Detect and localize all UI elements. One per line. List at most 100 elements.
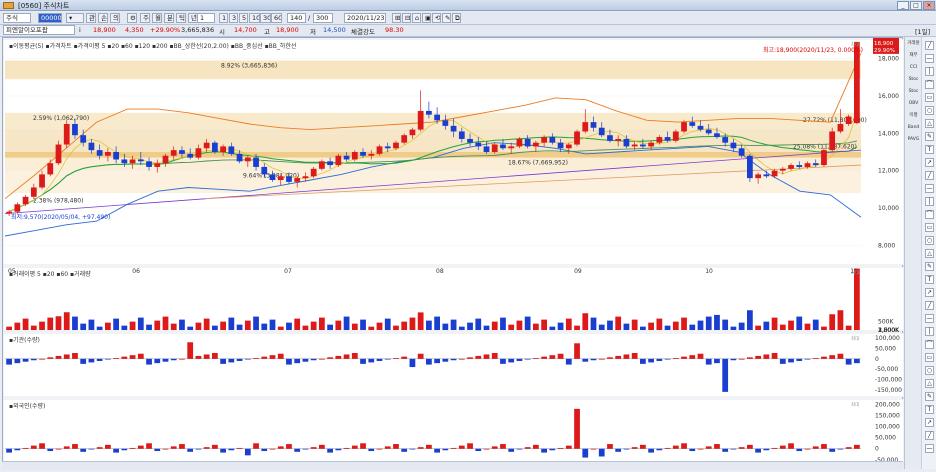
indicator-button-0[interactable]: 거래원 — [907, 41, 920, 46]
period-input[interactable]: 1 — [197, 13, 215, 23]
drawing-tool-icon-0[interactable]: ╱ — [925, 41, 934, 50]
close-button[interactable]: × — [923, 1, 935, 10]
indicator-button-6[interactable]: 이평 — [907, 113, 920, 118]
count-input[interactable]: 140 — [287, 13, 306, 23]
drawing-tool-icon-22[interactable]: │ — [925, 327, 934, 336]
indicator-button-2[interactable]: CCI — [907, 65, 920, 70]
count-total[interactable]: 300 — [313, 13, 333, 23]
minute-1[interactable]: 1 — [219, 13, 228, 23]
chart-area[interactable]: 8.92% (3,665,836) 2.59% (1,062,790) 18.67%… — [2, 37, 905, 470]
period-minute[interactable]: 분 — [164, 13, 174, 23]
stock-name-field[interactable]: 피엔알이오포팝 — [3, 25, 75, 35]
inst-bar — [179, 358, 185, 360]
drawing-tool-icon-10[interactable]: ╱ — [925, 171, 934, 180]
scroll-bar[interactable] — [2, 461, 903, 470]
drawing-tool-icon-27[interactable]: ✎ — [925, 392, 934, 401]
drawing-tool-icon-23[interactable]: ⌒ — [925, 340, 934, 349]
inst-bar — [615, 355, 622, 359]
stock-chart[interactable]: 8.92% (3,665,836) 2.59% (1,062,790) 18.67%… — [2, 37, 905, 470]
period-month[interactable]: 월 — [152, 13, 162, 23]
drawing-tool-icon-9[interactable]: ↗ — [925, 158, 934, 167]
frgn-bar — [450, 447, 457, 449]
inst-bar — [508, 358, 515, 363]
drawing-tool-icon-5[interactable]: ○ — [925, 106, 934, 115]
market-select[interactable]: 주식 — [3, 13, 31, 23]
minute-30[interactable]: 30 — [260, 13, 271, 23]
maximize-button[interactable]: □ — [910, 1, 922, 10]
drawing-tool-icon-3[interactable]: ⌒ — [925, 80, 934, 89]
drawing-tool-icon-15[interactable]: ○ — [925, 236, 934, 245]
drawing-tool-icon-24[interactable]: ▭ — [925, 353, 934, 362]
drawing-tool-icon-19[interactable]: ↗ — [925, 288, 934, 297]
drawing-tool-icon-4[interactable]: ▭ — [925, 93, 934, 102]
period-tick[interactable]: 틱 — [176, 13, 186, 23]
pane-max-tag: 최대 — [851, 401, 859, 408]
inst-bar — [656, 358, 663, 361]
settings-button[interactable]: ⚙ — [127, 13, 137, 23]
nav-button-3[interactable]: 의 — [110, 13, 120, 23]
frgn-bar — [39, 443, 45, 449]
drawing-tool-icon-11[interactable]: — — [925, 184, 934, 193]
drawing-tool-icon-21[interactable]: — — [925, 314, 934, 323]
drawing-tool-icon-2[interactable]: │ — [925, 67, 934, 76]
drawing-tool-icon-20[interactable]: ╱ — [925, 301, 934, 310]
minimize-button[interactable]: _ — [897, 1, 909, 10]
search-button[interactable]: ▾ — [66, 13, 84, 23]
frgn-bar — [244, 448, 251, 456]
minute-5[interactable]: 5 — [239, 13, 248, 23]
drawing-tool-icon-8[interactable]: T — [925, 145, 934, 154]
drawing-tool-icon-14[interactable]: ▭ — [925, 223, 934, 232]
drawing-tool-icon-17[interactable]: ✎ — [925, 262, 934, 271]
price-axis-label: 8,000 — [878, 242, 895, 249]
inst-axis-label: -100,000 — [875, 376, 902, 383]
indicator-button-1[interactable]: 재무 — [907, 53, 920, 58]
tool-icon-6[interactable]: ✎ — [442, 13, 451, 23]
candle-body — [39, 174, 45, 188]
frgn-bar — [771, 447, 778, 449]
minute-60[interactable]: 60 — [271, 13, 282, 23]
nav-button-2[interactable]: 손 — [98, 13, 108, 23]
drawing-tool-icon-25[interactable]: ○ — [925, 366, 934, 375]
volume-bar — [368, 326, 375, 330]
frgn-bar — [475, 448, 482, 452]
drawing-tool-icon-28[interactable]: T — [925, 405, 934, 414]
drawing-tool-icon-29[interactable]: ↗ — [925, 418, 934, 427]
inst-bar — [146, 358, 152, 365]
period-week[interactable]: 주 — [140, 13, 150, 23]
frgn-bar — [426, 444, 432, 449]
indicator-button-5[interactable]: OBV — [907, 101, 920, 106]
drawing-tool-icon-12[interactable]: │ — [925, 197, 934, 206]
drawing-tool-icon-31[interactable]: — — [925, 444, 934, 453]
date-picker[interactable]: 2020/11/23 — [344, 13, 386, 23]
drawing-tool-icon-7[interactable]: ✎ — [925, 132, 934, 141]
nav-button-1[interactable]: 관 — [86, 13, 96, 23]
minute-3[interactable]: 3 — [229, 13, 238, 23]
drawing-tool-icon-1[interactable]: — — [925, 54, 934, 63]
frgn-bar — [590, 448, 597, 450]
tool-icon-7[interactable]: ⧉ — [452, 13, 461, 23]
drawing-tool-icon-6[interactable]: △ — [925, 119, 934, 128]
tool-icon-5[interactable]: ⟲ — [432, 13, 441, 23]
volume-bar — [88, 319, 95, 330]
indicator-button-4[interactable]: Stoc — [907, 89, 920, 94]
frgn-bar — [821, 444, 827, 449]
drawing-tool-icon-13[interactable]: ⌒ — [925, 210, 934, 219]
inst-bar — [426, 358, 432, 365]
indicator-button-8[interactable]: PAVG — [907, 137, 920, 142]
drawing-tool-icon-16[interactable]: △ — [925, 249, 934, 258]
drawing-tool-icon-30[interactable]: ╱ — [925, 431, 934, 440]
high-annotation: 최고:18,900(2020/11/23, 0.000%) — [763, 46, 863, 54]
candle-body — [565, 144, 572, 149]
indicator-button-3[interactable]: Stoc — [907, 77, 920, 82]
volume-bar — [319, 317, 325, 330]
tool-icon-3[interactable]: ⌂ — [412, 13, 421, 23]
tool-icon-4[interactable]: ▣ — [422, 13, 431, 23]
tool-icon-2[interactable]: ⊟ — [402, 13, 411, 23]
drawing-tool-icon-26[interactable]: △ — [925, 379, 934, 388]
tool-icon-1[interactable]: ⊞ — [392, 13, 401, 23]
minute-10[interactable]: 10 — [249, 13, 260, 23]
volume-profile-label: 8.92% (3,665,836) — [221, 63, 277, 70]
code-input[interactable]: 00000 — [38, 13, 62, 23]
drawing-tool-icon-18[interactable]: T — [925, 275, 934, 284]
indicator-button-7[interactable]: Band — [907, 125, 920, 130]
